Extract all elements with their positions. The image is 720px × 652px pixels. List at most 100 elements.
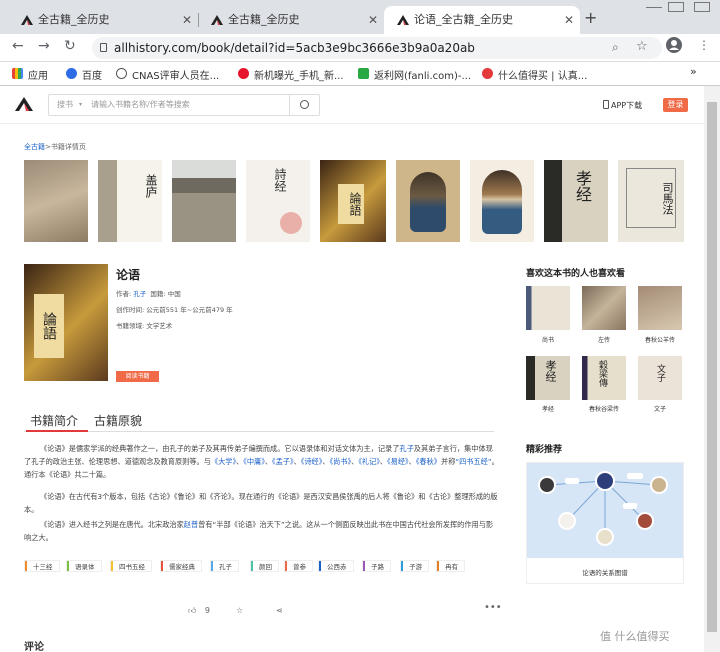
browser-tab-3[interactable]: 论语_全古籍_全历史 ✕ — [384, 6, 580, 34]
search-box[interactable]: 搜书 ▾ 请输入书籍名称/作者等搜索 — [48, 94, 320, 116]
bookmark-weibo[interactable]: 新机曝光_手机_新... — [238, 67, 344, 82]
tag-item[interactable]: 语录体 — [66, 560, 102, 572]
link-shangshu[interactable]: 《尚书》 — [330, 457, 352, 466]
search-input[interactable]: 请输入书籍名称/作者等搜索 — [91, 95, 190, 115]
tab-intro[interactable]: 书籍简介 — [30, 412, 78, 429]
bookmark-baidu[interactable]: 百度 — [66, 67, 102, 82]
bookmarks-bar: 应用 百度 CNAS评审人员在... 新机曝光_手机_新... 返利网(fanl… — [0, 62, 720, 86]
read-book-button[interactable]: 阅读书籍 — [116, 371, 159, 382]
active-tab-underline — [26, 430, 88, 432]
related-book-title-6[interactable]: 文子 — [638, 404, 682, 413]
link-yijing[interactable]: 《易经》 — [387, 457, 409, 466]
favorite-button[interactable]: ☆ — [236, 606, 243, 615]
login-button[interactable]: 登录 — [663, 98, 688, 112]
link-zhongyong[interactable]: 《中庸》 — [243, 457, 265, 466]
related-book-cover-4[interactable]: 孝经 — [526, 356, 570, 400]
close-window-icon[interactable] — [694, 2, 710, 12]
chevron-down-icon: ▾ — [79, 101, 83, 108]
tab-original[interactable]: 古籍原貌 — [94, 412, 142, 429]
browser-tab-1[interactable]: 全古籍_全历史 ✕ — [8, 6, 199, 34]
url-input[interactable]: allhistory.com/book/detail?id=5acb3e9bc3… — [92, 37, 662, 59]
link-zhaopu[interactable]: 赵普 — [184, 520, 198, 529]
site-logo[interactable] — [14, 96, 34, 112]
related-book-cover-5[interactable]: 穀梁傳 — [582, 356, 626, 400]
close-tab-icon[interactable]: ✕ — [182, 6, 192, 34]
app-download-link[interactable]: APP下载 — [603, 100, 642, 111]
related-book-cover-1[interactable] — [526, 286, 570, 330]
tag-item[interactable]: 四书五经 — [110, 560, 152, 572]
link-sishuwujing[interactable]: “四书五经” — [455, 457, 491, 466]
url-text: allhistory.com/book/detail?id=5acb3e9bc3… — [114, 41, 475, 55]
bookmark-cnas[interactable]: CNAS评审人员在... — [116, 67, 219, 82]
gallery-image-1[interactable] — [24, 160, 88, 242]
bookmark-star-icon[interactable]: ☆ — [636, 39, 648, 54]
related-book-cover-6[interactable]: 文子 — [638, 356, 682, 400]
reload-icon[interactable]: ↻ — [64, 38, 76, 54]
bookmark-fanli[interactable]: 返利网(fanli.com)-... — [358, 67, 471, 82]
close-tab-icon[interactable]: ✕ — [368, 6, 378, 34]
tag-item[interactable]: 十三经 — [24, 560, 60, 572]
share-button[interactable]: ⋖ — [276, 606, 283, 615]
related-book-title-3[interactable]: 春秋公羊传 — [638, 335, 682, 344]
back-icon[interactable]: ← — [12, 38, 24, 54]
gallery-image-9[interactable]: 司馬法 — [618, 160, 684, 242]
gallery-image-8[interactable]: 孝经 — [544, 160, 608, 242]
tag-item[interactable]: 冉有 — [436, 560, 465, 572]
more-actions-button[interactable]: ••• — [484, 602, 502, 613]
search-button[interactable] — [289, 95, 319, 115]
scrollbar-thumb[interactable] — [707, 102, 717, 632]
breadcrumb: 全古籍>书籍详情页 — [24, 143, 86, 151]
tag-item[interactable]: 儒家经典 — [160, 560, 202, 572]
link-kongzi[interactable]: 孔子 — [399, 444, 413, 453]
link-liji[interactable]: 《礼记》 — [358, 457, 380, 466]
also-like-title: 喜欢这本书的人也喜欢看 — [526, 269, 626, 279]
maximize-icon[interactable] — [668, 2, 684, 12]
minimize-icon[interactable] — [646, 2, 662, 8]
related-book-title-4[interactable]: 孝经 — [526, 404, 570, 413]
tag-item[interactable]: 颜回 — [250, 560, 279, 572]
gallery-image-7[interactable] — [470, 160, 534, 242]
link-shijing[interactable]: 《诗经》 — [301, 457, 323, 466]
vertical-scrollbar[interactable] — [704, 86, 720, 652]
link-mengzi[interactable]: 《孟子》 — [272, 457, 294, 466]
menu-icon[interactable]: ⋮ — [698, 38, 710, 52]
related-book-title-5[interactable]: 春秋谷梁传 — [582, 404, 626, 413]
watermark: 值 什么值得买 — [600, 630, 670, 643]
tag-item[interactable]: 公西赤 — [318, 560, 354, 572]
zoom-icon[interactable]: ⌕ — [612, 40, 619, 55]
gallery-image-6[interactable] — [396, 160, 460, 242]
more-bookmarks-icon[interactable]: » — [690, 65, 697, 78]
search-category-select[interactable]: 搜书 — [57, 95, 73, 115]
gallery-image-2[interactable]: 盖庐 — [98, 160, 162, 242]
close-tab-icon[interactable]: ✕ — [564, 6, 574, 34]
tag-item[interactable]: 子路 — [362, 560, 391, 572]
search-icon — [300, 100, 309, 109]
gallery-image-5[interactable]: 論語 — [320, 160, 386, 242]
related-book-title-1[interactable]: 尚书 — [526, 335, 570, 344]
book-cover-image: 論語 — [24, 264, 108, 381]
like-button[interactable]: 👍︎ 9 — [188, 606, 210, 616]
link-chunqiu[interactable]: 《春秋》 — [416, 457, 441, 466]
recommend-title: 精彩推荐 — [526, 445, 563, 455]
recommend-card[interactable]: 论语的关系图谱 — [526, 462, 684, 584]
related-book-cover-3[interactable] — [638, 286, 682, 330]
bookmark-smzdm[interactable]: 什么值得买 | 认真... — [482, 67, 587, 82]
link-daxue[interactable]: 《大学》 — [211, 457, 236, 466]
browser-tab-2[interactable]: 全古籍_全历史 ✕ — [198, 6, 384, 34]
related-book-cover-2[interactable] — [582, 286, 626, 330]
new-tab-button[interactable]: + — [584, 8, 597, 27]
forward-icon[interactable]: → — [38, 38, 50, 54]
bookmark-apps[interactable]: 应用 — [12, 67, 48, 82]
share-icon: ⋖ — [276, 606, 283, 615]
tag-item[interactable]: 子游 — [400, 560, 429, 572]
author-link[interactable]: 孔子 — [133, 290, 146, 298]
tag-item[interactable]: 孔子 — [210, 560, 239, 572]
browser-tabbar: 全古籍_全历史 ✕ 全古籍_全历史 ✕ 论语_全古籍_全历史 ✕ + — [0, 0, 720, 34]
breadcrumb-home-link[interactable]: 全古籍 — [24, 143, 45, 151]
gallery-image-4[interactable]: 詩经 — [246, 160, 310, 242]
related-book-title-2[interactable]: 左传 — [582, 335, 626, 344]
breadcrumb-current: 书籍详情页 — [50, 143, 86, 151]
gallery-image-3[interactable] — [172, 160, 236, 242]
profile-avatar-icon[interactable] — [666, 37, 682, 57]
tag-item[interactable]: 曾参 — [284, 560, 313, 572]
